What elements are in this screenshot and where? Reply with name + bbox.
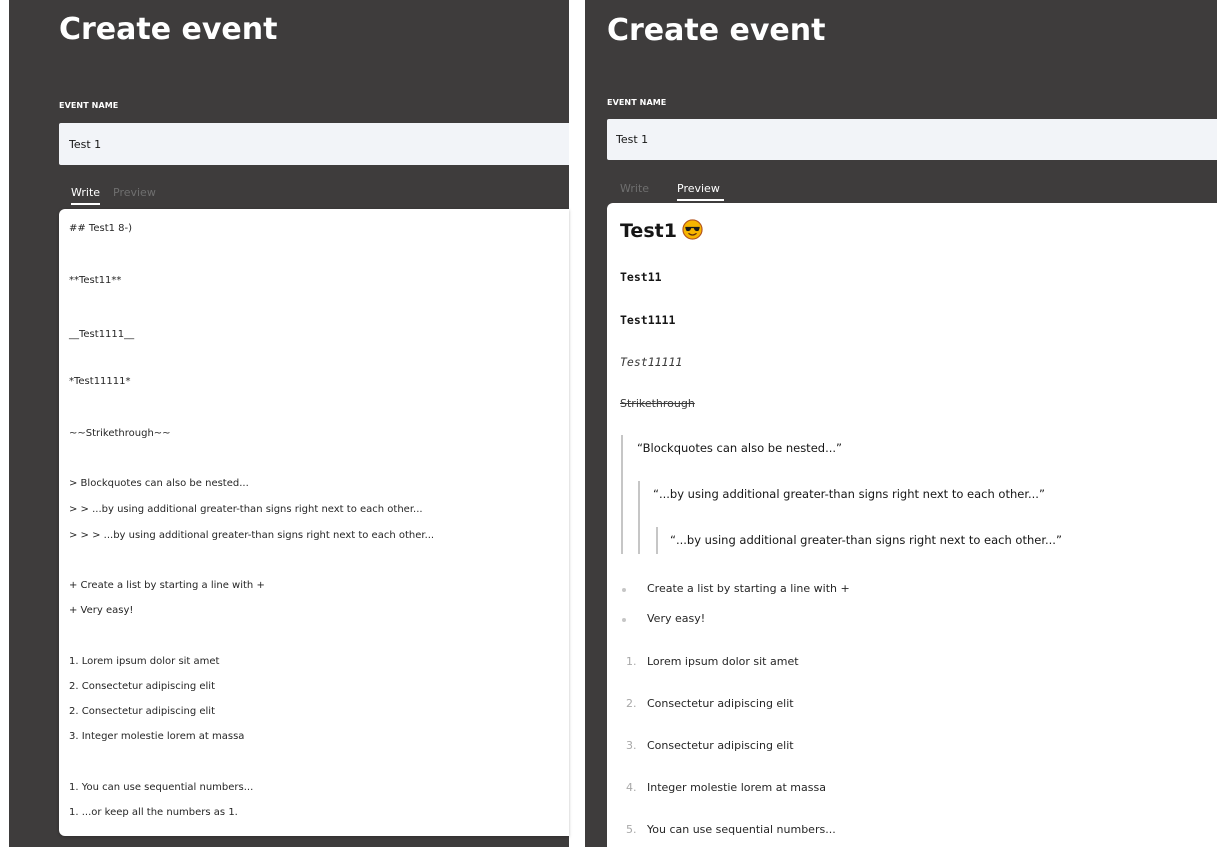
sunglasses-emoji-icon [682, 219, 703, 245]
blockquote-text: “...by using additional greater-than sig… [653, 487, 1045, 501]
list-item: Lorem ipsum dolor sit amet [647, 655, 799, 668]
tab-preview[interactable]: Preview [677, 182, 724, 201]
event-name-input[interactable] [607, 119, 1217, 160]
preview-bold-text: Test11 [620, 270, 662, 284]
list-item: You can use sequential numbers... [647, 823, 836, 836]
blockquote-text: “...by using additional greater-than sig… [670, 533, 1062, 547]
list-number: 2. [626, 697, 637, 710]
editor-line: + Very easy! [69, 605, 134, 616]
preview-heading: Test1 [620, 219, 703, 245]
editor-line: 3. Integer molestie lorem at massa [69, 731, 245, 742]
tab-write[interactable]: Write [620, 182, 649, 199]
tab-write[interactable]: Write [71, 186, 101, 205]
list-item: Very easy! [647, 612, 706, 625]
preview-bold-text: Test1111 [620, 313, 676, 327]
editor-line: > Blockquotes can also be nested... [69, 478, 249, 489]
editor-line: ## Test1 8-) [69, 223, 133, 234]
list-number: 4. [626, 781, 637, 794]
list-number: 3. [626, 739, 637, 752]
preview-strikethrough-text: Strikethrough [620, 397, 695, 410]
editor-line: *Test11111* [69, 376, 131, 387]
list-item: Create a list by starting a line with + [647, 582, 850, 595]
editor-line: 2. Consectetur adipiscing elit [69, 706, 216, 717]
markdown-preview: Test1 Test11 Test1111 Test11111 Striketh… [607, 203, 1217, 847]
blockquote-bar [621, 435, 623, 554]
editor-line: 1. Lorem ipsum dolor sit amet [69, 656, 220, 667]
list-item: Consectetur adipiscing elit [647, 697, 794, 710]
editor-line: 1. ...or keep all the numbers as 1. [69, 807, 238, 818]
editor-line: **Test11** [69, 275, 122, 286]
preview-italic-text: Test11111 [620, 355, 683, 369]
list-item: Integer molestie lorem at massa [647, 781, 826, 794]
editor-line: __Test1111__ [69, 329, 135, 340]
tab-preview[interactable]: Preview [113, 186, 156, 203]
bullet-marker [622, 618, 626, 622]
preview-heading-text: Test1 [620, 220, 677, 242]
blockquote-bar [656, 527, 658, 554]
event-name-label: EVENT NAME [59, 101, 119, 110]
list-number: 1. [626, 655, 637, 668]
editor-line: 1. You can use sequential numbers... [69, 782, 254, 793]
list-item: Consectetur adipiscing elit [647, 739, 794, 752]
event-name-input[interactable] [59, 123, 569, 165]
create-event-panel-write-mode: Create event EVENT NAME Write Preview ##… [9, 0, 569, 847]
blockquote-text: “Blockquotes can also be nested...” [637, 441, 842, 455]
blockquote-bar [638, 481, 640, 554]
editor-line: + Create a list by starting a line with … [69, 580, 265, 591]
page-title: Create event [607, 13, 826, 48]
create-event-panel-preview-mode: Create event EVENT NAME Write Preview Te… [585, 0, 1217, 847]
editor-line: ~~Strikethrough~~ [69, 428, 171, 439]
event-name-label: EVENT NAME [607, 98, 667, 107]
bullet-marker [622, 588, 626, 592]
page-title: Create event [59, 12, 278, 47]
editor-line: > > ...by using additional greater-than … [69, 504, 423, 515]
list-number: 5. [626, 823, 637, 836]
editor-line: > > > ...by using additional greater-tha… [69, 530, 435, 541]
editor-line: 2. Consectetur adipiscing elit [69, 681, 216, 692]
markdown-editor[interactable]: ## Test1 8-) **Test11** __Test1111__ *Te… [59, 209, 569, 836]
